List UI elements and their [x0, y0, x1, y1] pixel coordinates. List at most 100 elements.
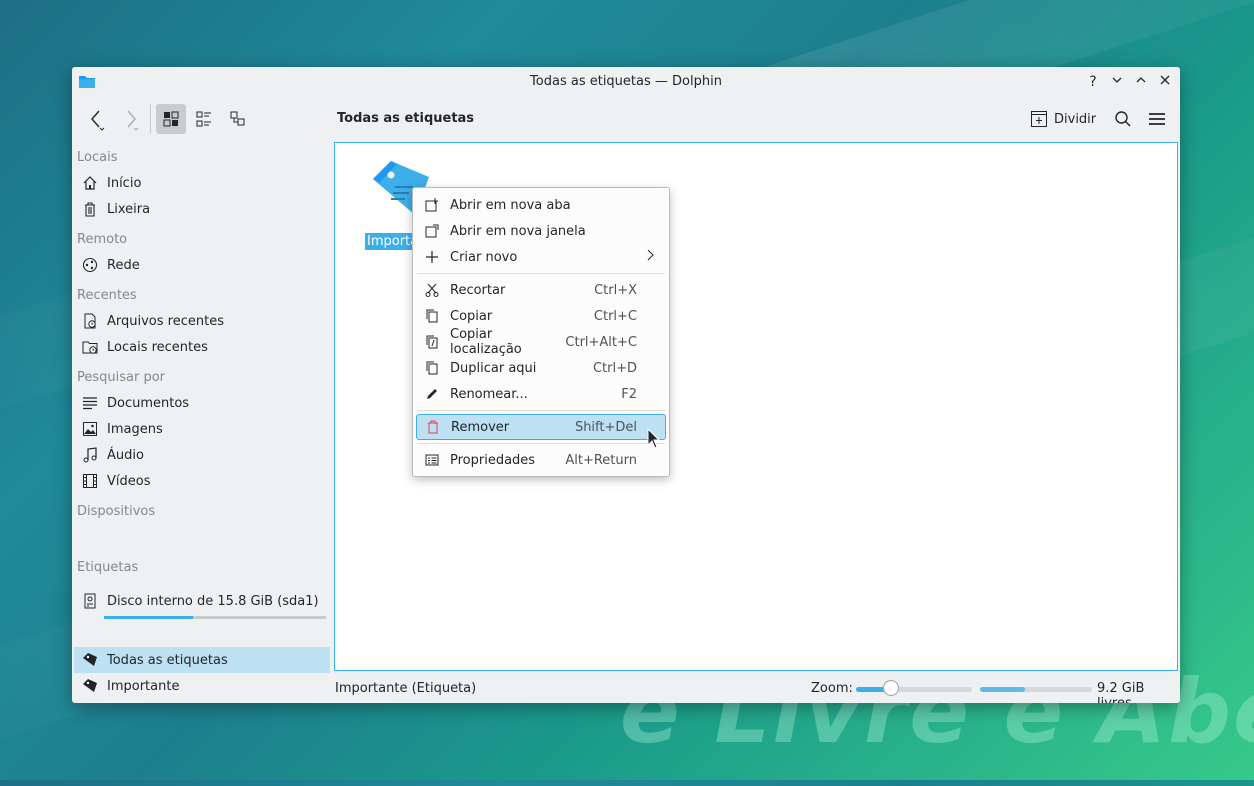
plus-icon: [424, 249, 440, 265]
menu-item-rename[interactable]: Renomear... F2: [416, 381, 666, 407]
zoom-slider[interactable]: [856, 687, 972, 692]
menu-item-shortcut: Ctrl+X: [594, 282, 637, 298]
menu-item-copy[interactable]: Copiar Ctrl+C: [416, 303, 666, 329]
hamburger-menu-icon: [1149, 113, 1165, 125]
hard-drive-icon: [81, 592, 99, 610]
menu-item-shortcut: Ctrl+D: [592, 360, 637, 376]
menu-item-label: Renomear...: [450, 386, 528, 402]
toolbar-separator: [150, 104, 151, 134]
mouse-cursor-icon: [647, 428, 661, 449]
help-button[interactable]: ?: [1083, 72, 1103, 92]
menu-item-copy-location[interactable]: Copiar localização Ctrl+Alt+C: [416, 327, 666, 357]
images-icon: [81, 420, 99, 438]
compact-view-button[interactable]: [189, 104, 219, 134]
menu-item-shortcut: Ctrl+C: [593, 308, 637, 324]
menu-item-label: Remover: [451, 419, 510, 435]
menu-item-label: Propriedades: [450, 452, 536, 468]
hamburger-menu-button[interactable]: [1142, 104, 1172, 134]
tag-icon: [81, 677, 99, 695]
sidebar-item-locais-recentes[interactable]: Locais recentes: [74, 334, 330, 360]
back-button[interactable]: [82, 104, 112, 134]
menu-item-label: Copiar: [450, 308, 493, 324]
sidebar-item-label: Documentos: [107, 395, 190, 411]
split-button[interactable]: Dividir: [1030, 104, 1096, 134]
status-text: Importante (Etiqueta): [335, 681, 477, 696]
menu-item-shortcut: Shift+Del: [574, 419, 637, 435]
recent-files-icon: [81, 312, 99, 330]
free-space-bar[interactable]: [980, 687, 1092, 692]
menu-item-open-new-window[interactable]: Abrir em nova janela: [416, 218, 666, 244]
split-label: Dividir: [1054, 111, 1097, 127]
places-panel: Locais Início Lixeira Remoto Rede Recent…: [72, 141, 334, 694]
free-space-label: 9.2 GiB livres: [1097, 681, 1145, 703]
zoom-slider-handle[interactable]: [882, 680, 899, 696]
minimize-icon: [1112, 77, 1122, 83]
sidebar-item-todas-etiquetas[interactable]: Todas as etiquetas: [74, 647, 330, 673]
menu-item-label: Duplicar aqui: [450, 360, 537, 376]
menu-item-label: Recortar: [450, 282, 506, 298]
film-icon: [81, 472, 99, 490]
sidebar-item-importante[interactable]: Importante: [74, 673, 330, 699]
new-tab-icon: [424, 197, 440, 213]
section-heading-dispositivos: Dispositivos: [77, 504, 156, 519]
disk-usage-fill: [104, 616, 193, 619]
new-window-icon: [424, 223, 440, 239]
window-title: Todas as etiquetas — Dolphin: [530, 74, 722, 89]
duplicate-icon: [424, 360, 440, 376]
free-space-fill: [980, 687, 1025, 692]
sidebar-item-rede[interactable]: Rede: [74, 252, 330, 278]
menu-item-open-new-tab[interactable]: Abrir em nova aba: [416, 192, 666, 218]
documents-icon: [81, 394, 99, 412]
breadcrumb[interactable]: Todas as etiquetas: [337, 111, 474, 126]
section-heading-locais: Locais: [77, 150, 118, 165]
tag-icon: [81, 651, 99, 669]
details-view-button[interactable]: [223, 104, 253, 134]
sidebar-item-label: Vídeos: [107, 473, 151, 489]
split-view-icon: [1031, 111, 1047, 127]
chevron-right-icon: [646, 249, 654, 265]
forward-button[interactable]: [116, 104, 146, 134]
network-icon: [81, 256, 99, 274]
sidebar-item-disk[interactable]: Disco interno de 15.8 GiB (sda1): [74, 589, 330, 613]
sidebar-item-label: Todas as etiquetas: [107, 652, 228, 668]
section-heading-etiquetas: Etiquetas: [77, 560, 139, 575]
trash-icon: [81, 200, 99, 218]
sidebar-item-label: Importante: [107, 678, 180, 694]
section-heading-remoto: Remoto: [77, 232, 128, 247]
statusbar: Importante (Etiqueta) Zoom: 9.2 GiB livr…: [334, 673, 1180, 703]
minimize-button[interactable]: [1107, 72, 1127, 92]
properties-icon: [424, 452, 440, 468]
sidebar-item-label: Disco interno de 15.8 GiB (sda1): [107, 593, 319, 609]
sidebar-item-arquivos-recentes[interactable]: Arquivos recentes: [74, 308, 330, 334]
menu-separator: [417, 273, 665, 274]
titlebar[interactable]: Todas as etiquetas — Dolphin ?: [72, 67, 1180, 97]
copy-path-icon: [424, 334, 440, 350]
maximize-button[interactable]: [1131, 72, 1151, 92]
sidebar-item-inicio[interactable]: Início: [74, 170, 330, 196]
menu-item-label: Copiar localização: [450, 327, 522, 357]
close-icon: [1160, 75, 1170, 85]
menu-item-properties[interactable]: Propriedades Alt+Return: [416, 447, 666, 473]
menu-separator: [417, 443, 665, 444]
music-note-icon: [81, 446, 99, 464]
back-arrow-icon: [91, 110, 105, 131]
menu-item-duplicate[interactable]: Duplicar aqui Ctrl+D: [416, 355, 666, 381]
sidebar-item-imagens[interactable]: Imagens: [74, 416, 330, 442]
section-heading-pesquisar: Pesquisar por: [77, 370, 166, 385]
section-heading-recentes: Recentes: [77, 288, 137, 303]
icons-view-button[interactable]: [156, 104, 186, 134]
trash-icon: [425, 419, 441, 435]
close-button[interactable]: [1155, 72, 1175, 92]
search-button[interactable]: [1108, 104, 1138, 134]
sidebar-item-lixeira[interactable]: Lixeira: [74, 196, 330, 222]
menu-item-cut[interactable]: Recortar Ctrl+X: [416, 277, 666, 303]
menu-item-label: Abrir em nova aba: [450, 197, 571, 213]
menu-item-remove[interactable]: Remover Shift+Del: [416, 414, 666, 440]
menu-item-create-new[interactable]: Criar novo: [416, 244, 666, 270]
sidebar-item-audio[interactable]: Áudio: [74, 442, 330, 468]
sidebar-item-documentos[interactable]: Documentos: [74, 390, 330, 416]
sidebar-item-videos[interactable]: Vídeos: [74, 468, 330, 494]
details-view-icon: [230, 111, 245, 126]
menu-item-label: Criar novo: [450, 249, 518, 265]
icons-view-icon: [163, 111, 179, 127]
